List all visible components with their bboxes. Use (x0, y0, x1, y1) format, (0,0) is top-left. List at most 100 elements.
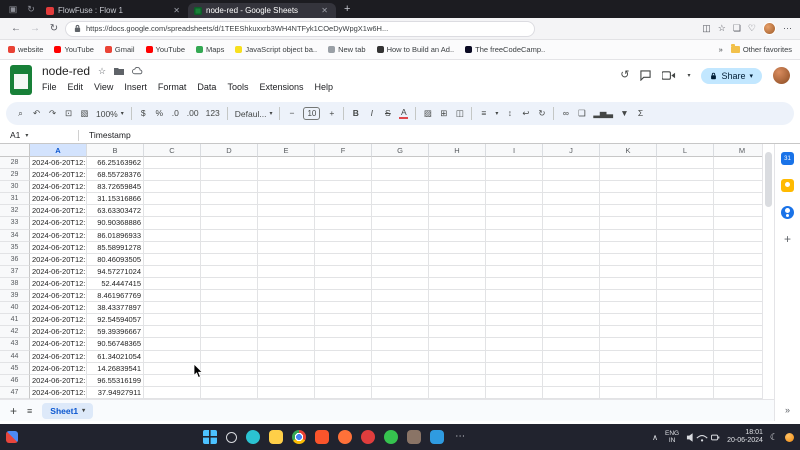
menu-insert[interactable]: Insert (124, 82, 147, 92)
cell-b46[interactable]: 96.55316199 (87, 375, 144, 387)
row-header-36[interactable]: 36 (0, 254, 30, 266)
cell-k34[interactable] (600, 230, 657, 242)
cell-g37[interactable] (372, 266, 429, 278)
vertical-scrollbar[interactable] (762, 144, 774, 399)
tab-close-icon[interactable]: ✕ (319, 6, 330, 15)
cell-a28[interactable]: 2024-06-20T12: (30, 157, 87, 169)
cell-b37[interactable]: 94.57271024 (87, 266, 144, 278)
cell-e33[interactable] (258, 217, 315, 229)
cell-k42[interactable] (600, 326, 657, 338)
cell-j28[interactable] (543, 157, 600, 169)
cell-c33[interactable] (144, 217, 201, 229)
cell-e46[interactable] (258, 375, 315, 387)
column-header-a[interactable]: A (30, 144, 87, 157)
cell-l46[interactable] (657, 375, 714, 387)
cell-j41[interactable] (543, 314, 600, 326)
cell-c30[interactable] (144, 181, 201, 193)
cell-e35[interactable] (258, 242, 315, 254)
whatsapp-icon[interactable] (384, 430, 398, 444)
column-header-c[interactable]: C (144, 144, 201, 157)
cell-d36[interactable] (201, 254, 258, 266)
cell-k46[interactable] (600, 375, 657, 387)
favorites-star-icon[interactable]: ☆ (718, 23, 726, 34)
cell-a41[interactable]: 2024-06-20T12: (30, 314, 87, 326)
cell-j30[interactable] (543, 181, 600, 193)
share-caret-icon[interactable]: ▾ (749, 72, 753, 80)
cell-f40[interactable] (315, 302, 372, 314)
cell-f29[interactable] (315, 169, 372, 181)
cell-k43[interactable] (600, 338, 657, 350)
cell-a39[interactable]: 2024-06-20T12: (30, 290, 87, 302)
cell-g45[interactable] (372, 363, 429, 375)
bookmark-item[interactable]: The freeCodeCamp.. (465, 45, 545, 54)
cell-b39[interactable]: 8.461967769 (87, 290, 144, 302)
cell-m43[interactable] (714, 338, 762, 350)
cell-d42[interactable] (201, 326, 258, 338)
cell-b35[interactable]: 85.58991278 (87, 242, 144, 254)
cell-g30[interactable] (372, 181, 429, 193)
cell-d41[interactable] (201, 314, 258, 326)
widgets-icon[interactable] (6, 431, 18, 443)
cell-d40[interactable] (201, 302, 258, 314)
select-all-corner[interactable] (0, 144, 30, 157)
cell-h34[interactable] (429, 230, 486, 242)
cell-b34[interactable]: 86.01896933 (87, 230, 144, 242)
file-explorer-icon[interactable] (269, 430, 283, 444)
cell-a30[interactable]: 2024-06-20T12: (30, 181, 87, 193)
format-currency-icon[interactable]: $ (139, 109, 148, 118)
cell-e31[interactable] (258, 193, 315, 205)
cell-h40[interactable] (429, 302, 486, 314)
print-icon[interactable]: ⊡ (64, 109, 73, 118)
cell-j45[interactable] (543, 363, 600, 375)
cell-l30[interactable] (657, 181, 714, 193)
cell-f46[interactable] (315, 375, 372, 387)
sheet-tab-sheet1[interactable]: Sheet1 ▾ (42, 403, 93, 419)
cell-b28[interactable]: 66.25163962 (87, 157, 144, 169)
cell-l37[interactable] (657, 266, 714, 278)
cell-e32[interactable] (258, 205, 315, 217)
cell-i44[interactable] (486, 351, 543, 363)
column-header-i[interactable]: I (486, 144, 543, 157)
italic-icon[interactable]: I (367, 109, 376, 118)
cell-g35[interactable] (372, 242, 429, 254)
cell-h37[interactable] (429, 266, 486, 278)
cell-l32[interactable] (657, 205, 714, 217)
row-header-35[interactable]: 35 (0, 242, 30, 254)
cell-h47[interactable] (429, 387, 486, 399)
row-header-37[interactable]: 37 (0, 266, 30, 278)
cell-m46[interactable] (714, 375, 762, 387)
cell-m45[interactable] (714, 363, 762, 375)
cell-k35[interactable] (600, 242, 657, 254)
cell-c36[interactable] (144, 254, 201, 266)
cell-j35[interactable] (543, 242, 600, 254)
cell-j32[interactable] (543, 205, 600, 217)
row-header-47[interactable]: 47 (0, 387, 30, 399)
cell-h41[interactable] (429, 314, 486, 326)
increase-decimals-icon[interactable]: .00 (187, 109, 199, 118)
cell-k41[interactable] (600, 314, 657, 326)
cell-g46[interactable] (372, 375, 429, 387)
browser-tab-flowfuse[interactable]: FlowFuse : Flow 1 ✕ (40, 3, 188, 18)
cell-b41[interactable]: 92.54594057 (87, 314, 144, 326)
cell-i40[interactable] (486, 302, 543, 314)
cell-f31[interactable] (315, 193, 372, 205)
cell-k28[interactable] (600, 157, 657, 169)
more-formats-icon[interactable]: 123 (206, 109, 220, 118)
cell-j33[interactable] (543, 217, 600, 229)
cell-e37[interactable] (258, 266, 315, 278)
cell-l42[interactable] (657, 326, 714, 338)
cell-i35[interactable] (486, 242, 543, 254)
cell-b47[interactable]: 37.94927911 (87, 387, 144, 399)
menu-tools[interactable]: Tools (227, 82, 248, 92)
row-header-32[interactable]: 32 (0, 205, 30, 217)
cell-i29[interactable] (486, 169, 543, 181)
cell-j31[interactable] (543, 193, 600, 205)
cell-a37[interactable]: 2024-06-20T12: (30, 266, 87, 278)
text-wrap-icon[interactable]: ↩ (521, 109, 530, 118)
cell-j44[interactable] (543, 351, 600, 363)
create-filter-icon[interactable]: ▼ (620, 109, 629, 118)
cell-a47[interactable]: 2024-06-20T12: (30, 387, 87, 399)
cell-e43[interactable] (258, 338, 315, 350)
cell-e28[interactable] (258, 157, 315, 169)
row-header-46[interactable]: 46 (0, 375, 30, 387)
